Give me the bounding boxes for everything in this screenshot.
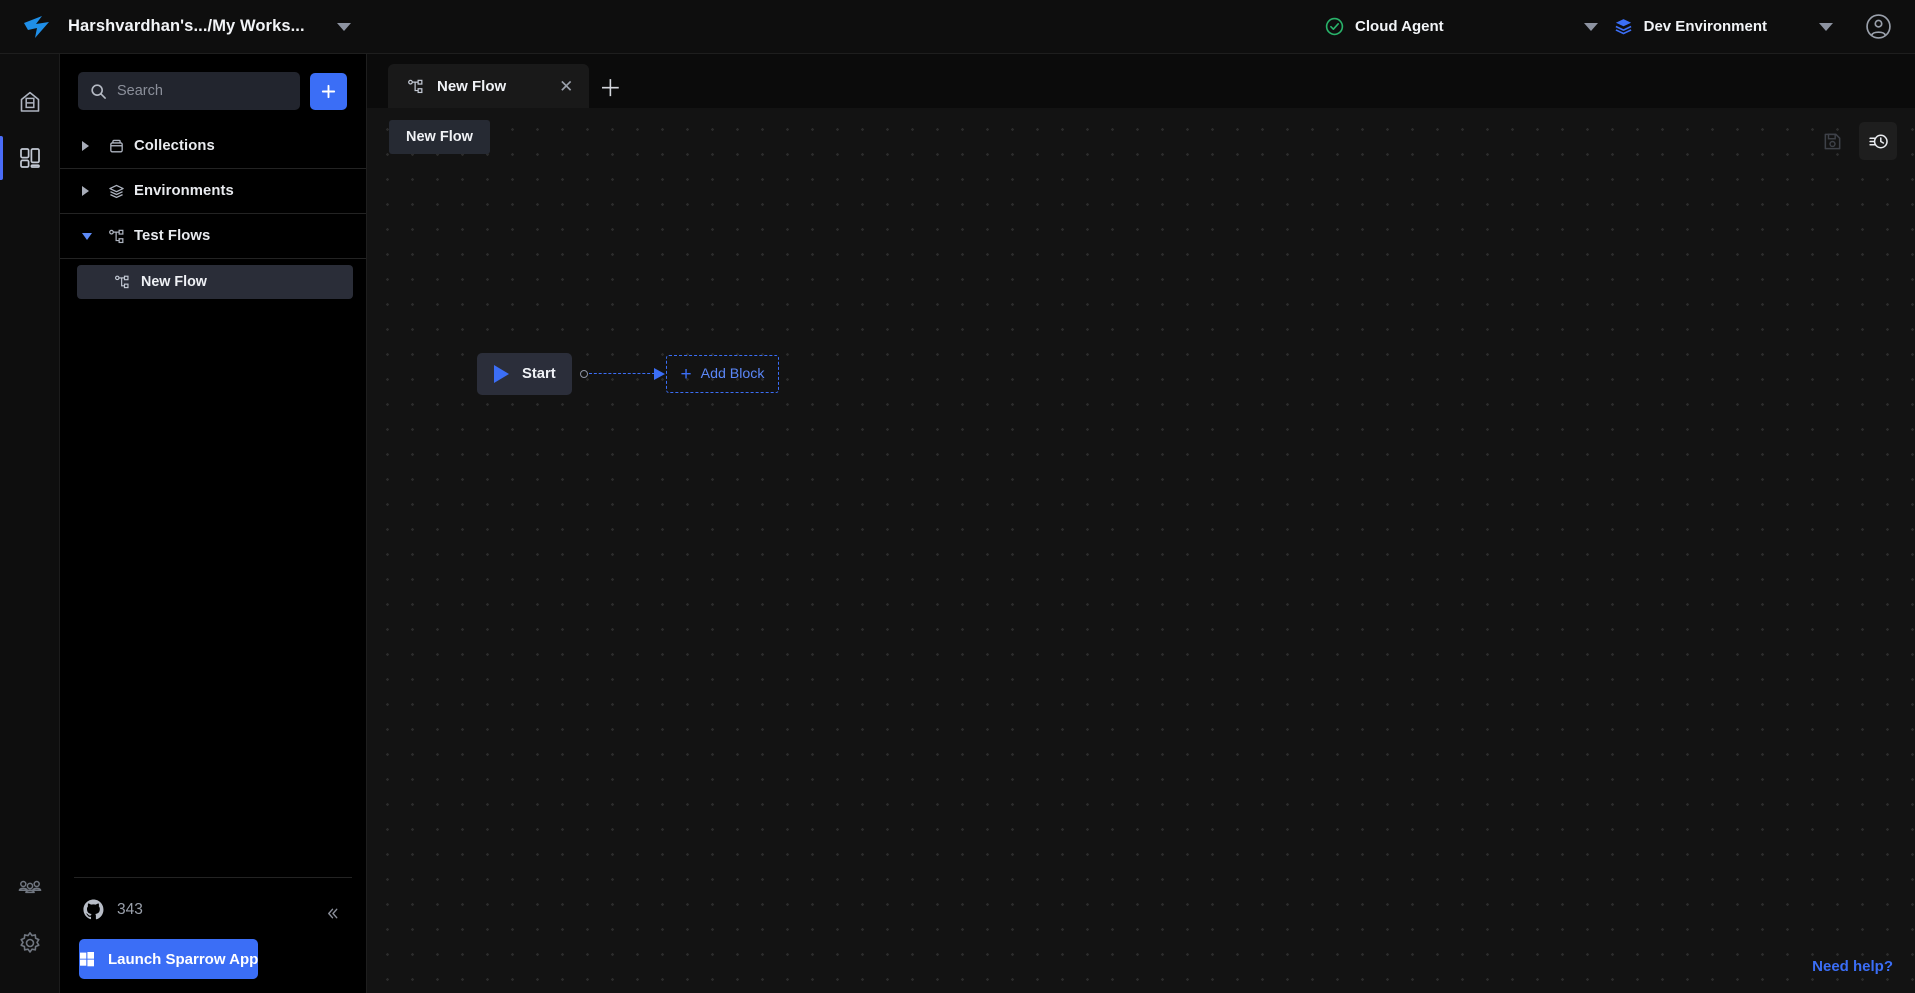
sidebar-label-collections: Collections [134,138,215,154]
edge-arrow-icon [654,368,665,380]
home-icon [17,89,43,115]
sidebar: Collections Environments [60,54,367,993]
launch-sparrow-app-button[interactable]: Launch Sparrow App [79,939,259,979]
flow-icon [407,78,424,95]
save-flow-button[interactable] [1813,122,1851,160]
top-bar-right: Cloud Agent Dev Environment [1315,6,1915,48]
dashboard-grid-icon [17,145,43,171]
search-input[interactable] [117,83,288,99]
plus-icon: + [680,363,692,385]
sparrow-bird-logo [20,10,54,44]
sidebar-label-new-flow: New Flow [141,274,207,290]
triangle-down-icon [82,232,92,240]
flow-graph: Start + Add Block [477,353,779,395]
flow-canvas[interactable] [367,108,1915,993]
collapse-caret[interactable] [82,232,108,240]
node-start-label: Start [522,366,556,382]
rail-item-home[interactable] [0,74,60,130]
search-box[interactable] [78,72,300,110]
workspace-dropdown-button[interactable] [331,14,357,40]
triangle-right-icon [82,141,89,151]
tab-label: New Flow [437,77,507,95]
history-clock-icon [1868,131,1889,152]
cloud-agent-label: Cloud Agent [1355,18,1444,35]
launch-button-label: Launch Sparrow App [108,950,259,968]
need-help-link[interactable]: Need help? [1812,958,1893,975]
chevron-down-icon [336,22,351,31]
chevron-down-icon [1819,22,1833,31]
sidebar-collapse-button[interactable] [320,901,344,925]
cloud-agent-dropdown-button[interactable] [1578,14,1604,40]
close-icon[interactable]: ✕ [519,78,573,95]
add-block-button[interactable]: + Add Block [666,355,779,393]
triangle-right-icon [82,186,89,196]
top-bar: Harshvardhan's.../My Works... Cloud Agen… [0,0,1915,54]
search-icon [90,83,107,100]
flow-name-chip: New Flow [389,120,490,154]
chevrons-left-icon [325,906,340,921]
sidebar-label-environments: Environments [134,183,234,199]
node-output-handle[interactable] [580,370,588,378]
edge-line [589,373,655,374]
gear-icon [17,930,43,956]
environment-dropdown-button[interactable] [1813,14,1839,40]
github-icon [82,898,105,921]
environment-selector[interactable]: Dev Environment [1604,11,1771,42]
check-circle-icon [1325,17,1344,36]
new-tab-button[interactable]: ＋ [593,68,627,108]
flow-icon [114,274,130,290]
main-area: New Flow ✕ ＋ New Flow Start + Add Block … [367,54,1915,993]
left-rail [0,54,60,993]
sidebar-search-row [60,54,366,124]
sidebar-item-collections[interactable]: Collections [60,124,366,169]
plus-icon [320,83,337,100]
sidebar-label-test-flows: Test Flows [134,228,211,244]
rail-item-settings[interactable] [0,915,60,971]
tab-new-flow[interactable]: New Flow ✕ [388,64,590,108]
tab-strip: New Flow ✕ ＋ [367,54,1915,108]
people-icon [17,874,43,900]
sidebar-empty-space [60,299,366,877]
expand-caret[interactable] [82,141,108,151]
windows-icon [79,951,95,967]
add-block-label: Add Block [700,366,765,382]
account-avatar-button[interactable] [1857,6,1899,48]
save-disk-icon [1822,131,1843,152]
flow-history-button[interactable] [1859,122,1897,160]
workspace-breadcrumb: Harshvardhan's.../My Works... [68,17,305,35]
play-icon [494,365,509,383]
chevron-down-icon [1583,22,1598,31]
sidebar-footer: 343 Launch Sparrow App [60,878,366,993]
environment-label: Dev Environment [1643,18,1767,35]
rail-item-workspace[interactable] [0,130,60,186]
user-circle-icon [1865,13,1892,40]
layers-icon [108,183,134,200]
cloud-agent-selector[interactable]: Cloud Agent [1315,11,1448,42]
flow-icon [108,228,134,245]
rail-item-team[interactable] [0,859,60,915]
canvas-wrapper: New Flow Start + Add Block Need help? [367,108,1915,993]
sidebar-item-environments[interactable]: Environments [60,169,366,214]
node-start[interactable]: Start [477,353,572,395]
expand-caret[interactable] [82,186,108,196]
canvas-toolbar [1813,122,1897,160]
plus-icon: ＋ [598,74,622,101]
collection-icon [108,138,134,155]
sidebar-tree: Collections Environments Test Flows New … [60,124,366,299]
flow-edge [589,368,665,380]
body: Collections Environments [0,54,1915,993]
brand-area: Harshvardhan's.../My Works... [0,10,357,44]
app-root: Harshvardhan's.../My Works... Cloud Agen… [0,0,1915,993]
github-star-count: 343 [117,900,143,918]
sidebar-item-new-flow[interactable]: New Flow [77,265,353,299]
layers-icon [1614,17,1633,36]
sidebar-item-test-flows[interactable]: Test Flows [60,214,366,259]
sidebar-add-button[interactable] [310,72,347,110]
